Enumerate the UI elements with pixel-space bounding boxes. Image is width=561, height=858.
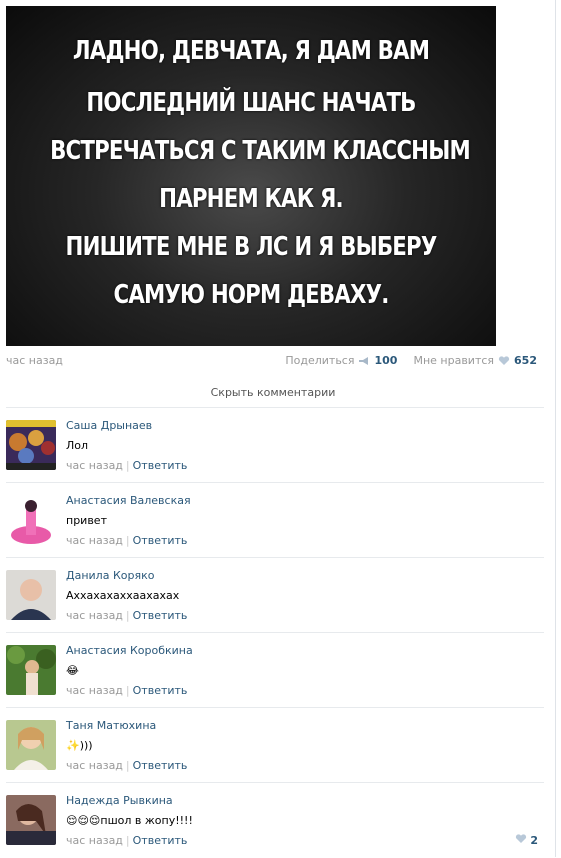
avatar[interactable] — [6, 570, 56, 620]
reply-button[interactable]: Ответить — [133, 834, 188, 847]
avatar[interactable] — [6, 720, 56, 770]
comment-author[interactable]: Данила Коряко — [66, 569, 154, 582]
like-link[interactable]: Мне нравится — [413, 354, 494, 367]
reply-button[interactable]: Ответить — [133, 759, 188, 772]
share-link[interactable]: Поделиться — [285, 354, 354, 367]
heart-icon — [515, 834, 526, 843]
megaphone-icon — [359, 356, 369, 365]
comment-footer: час назад | Ответить — [66, 609, 188, 622]
comment-author[interactable]: Саша Дрынаев — [66, 419, 152, 432]
reply-button[interactable]: Ответить — [133, 459, 188, 472]
comment-author[interactable]: Надежда Рывкина — [66, 794, 173, 807]
comment-text: 😂 — [66, 664, 79, 677]
like-count: 652 — [514, 354, 537, 367]
comment-like-count: 2 — [530, 834, 538, 847]
comment-footer: час назад | Ответить — [66, 759, 188, 772]
comment-author[interactable]: Таня Матюхина — [66, 719, 156, 732]
comment-likes[interactable]: 2 — [515, 834, 538, 847]
comment-footer: час назад | Ответить — [66, 459, 188, 472]
comment-author[interactable]: Анастасия Коробкина — [66, 644, 193, 657]
comment-text: 😌😌😌пшол в жопу!!!! — [66, 814, 193, 827]
post-image[interactable]: ЛАДНО, ДЕВЧАТА, Я ДАМ ВАМ ПОСЛЕДНИЙ ШАНС… — [6, 6, 496, 346]
image-text-line: САМУЮ НОРМ ДЕВАХУ. — [113, 280, 389, 310]
comment-author[interactable]: Анастасия Валевская — [66, 494, 191, 507]
comment-text: ✨))) — [66, 739, 93, 752]
comment-item: Надежда Рывкина 😌😌😌пшол в жопу!!!! час н… — [6, 783, 544, 858]
comment-footer: час назад | Ответить — [66, 534, 188, 547]
comment-time[interactable]: час назад — [66, 684, 123, 697]
comment-footer: час назад | Ответить — [66, 684, 188, 697]
share-count: 100 — [374, 354, 398, 367]
heart-icon[interactable] — [498, 355, 510, 366]
reply-button[interactable]: Ответить — [133, 609, 188, 622]
comment-time[interactable]: час назад — [66, 534, 123, 547]
comment-item: Таня Матюхина ✨))) час назад | Ответить — [6, 708, 544, 783]
reply-button[interactable]: Ответить — [133, 684, 188, 697]
reply-button[interactable]: Ответить — [133, 534, 188, 547]
comment-item: Данила Коряко Аххахахаххаахахах час наза… — [6, 558, 544, 633]
image-text-line: ПОСЛЕДНИЙ ШАНС НАЧАТЬ — [86, 88, 416, 118]
hide-comments-link[interactable]: Скрыть комментарии — [0, 386, 546, 399]
image-text-line: ВСТРЕЧАТЬСЯ С ТАКИМ КЛАССНЫМ — [50, 136, 471, 166]
comment-time[interactable]: час назад — [66, 834, 123, 847]
image-text-line: ЛАДНО, ДЕВЧАТА, Я ДАМ ВАМ — [72, 36, 430, 66]
comment-text: привет — [66, 514, 107, 527]
right-border — [555, 0, 556, 857]
post-actions: Поделиться 100 Мне нравится 652 — [285, 354, 537, 367]
avatar[interactable] — [6, 795, 56, 845]
comment-time[interactable]: час назад — [66, 459, 123, 472]
comment-text: Аххахахаххаахахах — [66, 589, 180, 602]
comment-item: Анастасия Валевская привет час назад | Отв… — [6, 483, 544, 558]
avatar[interactable] — [6, 645, 56, 695]
image-text-line: ПАРНЕМ КАК Я. — [159, 184, 343, 214]
post-time[interactable]: час назад — [6, 354, 63, 367]
comment-footer: час назад | Ответить — [66, 834, 188, 847]
image-text-line: ПИШИТЕ МНЕ В ЛС И Я ВЫБЕРУ — [65, 232, 438, 262]
comment-time[interactable]: час назад — [66, 609, 123, 622]
comment-item: Анастасия Коробкина 😂 час назад | Ответить — [6, 633, 544, 708]
comment-text: Лол — [66, 439, 89, 452]
avatar[interactable] — [6, 420, 56, 470]
avatar[interactable] — [6, 495, 56, 545]
comment-time[interactable]: час назад — [66, 759, 123, 772]
comment-item: Саша Дрынаев Лол час назад | Ответить — [6, 408, 544, 483]
